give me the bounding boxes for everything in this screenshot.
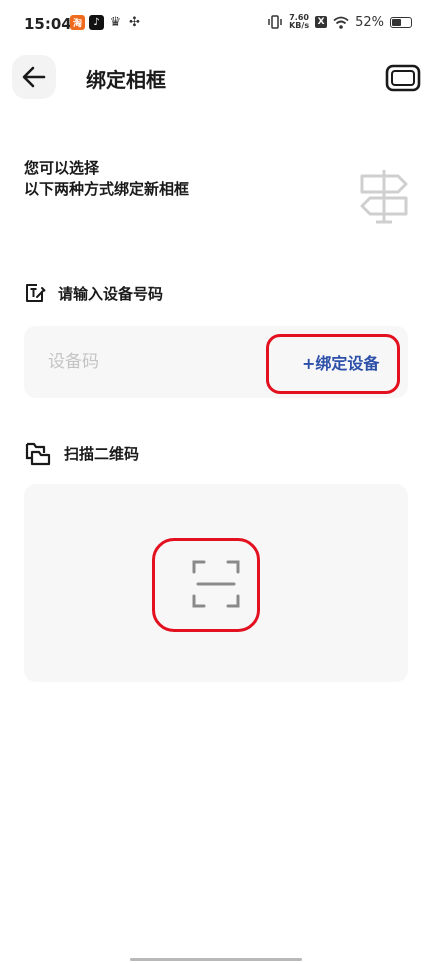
intro-line-1: 您可以选择 (24, 159, 100, 177)
battery-icon (390, 16, 412, 28)
frame-button[interactable] (385, 64, 421, 92)
intro-line-2: 以下两种方式绑定新相框 (24, 180, 190, 198)
pinwheel-notification-icon: ✣ (129, 15, 140, 30)
taobao-notification-icon: 淘 (70, 15, 85, 30)
back-button[interactable] (12, 55, 56, 99)
text-edit-icon (26, 284, 46, 302)
status-right: 7.60 KB/s X 52% (267, 14, 412, 30)
no-sim-icon: X (315, 16, 328, 28)
battery-fill (392, 18, 401, 26)
status-bar: 15:04 淘 ♪ ♛ ✣ 7.60 KB/s X 52% (0, 0, 432, 50)
device-input-card: +绑定设备 (24, 326, 408, 398)
vibrate-icon (268, 15, 282, 29)
tiktok-notification-icon: ♪ (89, 15, 104, 30)
scan-section-header: 扫描二维码 (24, 440, 139, 466)
intro-text: 您可以选择 以下两种方式绑定新相框 (24, 158, 189, 200)
device-section-label: 请输入设备号码 (58, 284, 164, 303)
bind-device-button[interactable]: +绑定设备 (302, 350, 379, 374)
device-code-input[interactable] (48, 348, 248, 376)
device-section-header: 请输入设备号码 (24, 282, 163, 304)
battery-percent: 52% (355, 14, 384, 30)
notification-icons: 淘 ♪ ♛ ✣ (70, 15, 142, 30)
scan-icon (192, 560, 240, 608)
network-speed: 7.60 KB/s (289, 14, 309, 30)
frame-icon (385, 64, 421, 92)
network-speed-unit: KB/s (289, 21, 310, 30)
scan-section-label: 扫描二维码 (64, 444, 140, 463)
folder-icon (25, 442, 51, 466)
signpost-icon (360, 170, 408, 224)
status-time: 15:04 (24, 15, 72, 33)
page-title: 绑定相框 (86, 68, 166, 92)
wifi-icon (333, 16, 349, 29)
crown-notification-icon: ♛ (109, 15, 122, 30)
home-indicator[interactable] (130, 958, 302, 961)
scan-qr-button[interactable] (190, 558, 242, 610)
arrow-left-icon (22, 66, 46, 88)
